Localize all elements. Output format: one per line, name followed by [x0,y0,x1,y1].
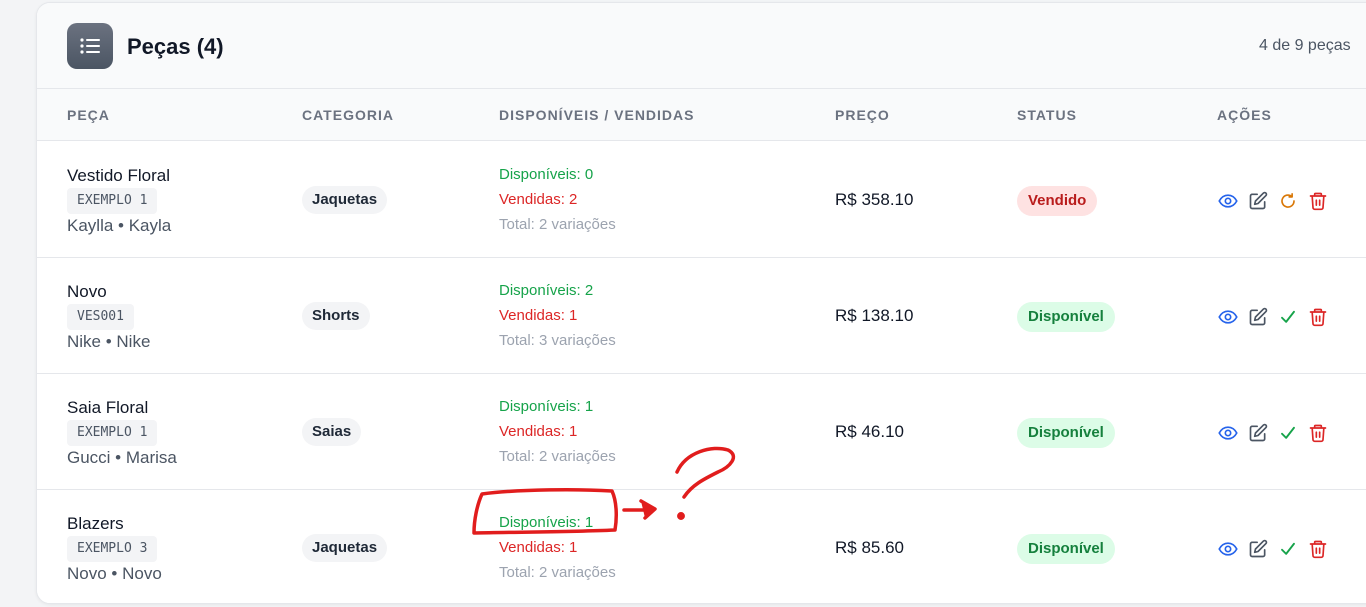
trash-icon [1308,191,1328,211]
column-header-actions: AÇÕES [1217,107,1272,123]
piece-name: Saia Floral [67,398,149,417]
edit-icon [1248,423,1268,443]
view-button[interactable] [1217,190,1239,212]
status-badge: Vendido [1017,186,1098,216]
category-badge: Jaquetas [302,534,388,562]
table-header: PEÇA CATEGORIA DISPONÍVEIS / VENDIDAS PR… [37,89,1366,141]
results-count: 4 de 9 peças [1259,37,1351,54]
column-header-category: CATEGORIA [302,107,394,123]
table-row: Blazers EXEMPLO 3 Novo • Novo Jaquetas D… [37,490,1366,603]
table-row: Vestido Floral EXEMPLO 1 Kaylla • Kayla … [37,142,1366,258]
table-row: Novo VES001 Nike • Nike Shorts Disponíve… [37,258,1366,374]
eye-icon [1218,423,1238,443]
mark-sold-button[interactable] [1277,422,1299,444]
eye-icon [1218,539,1238,559]
sold-count: Vendidas: 1 [499,307,578,324]
available-count: Disponíveis: 0 [499,166,594,183]
piece-brand: Gucci • Marisa [67,448,177,467]
available-count: Disponíveis: 1 [499,514,594,531]
row-actions [1217,189,1329,213]
status-badge: Disponível [1017,418,1115,448]
piece-brand: Kaylla • Kayla [67,216,172,235]
status-badge: Disponível [1017,534,1115,564]
sold-count: Vendidas: 1 [499,423,578,440]
view-button[interactable] [1217,306,1239,328]
column-header-price: PREÇO [835,107,890,123]
piece-brand: Nike • Nike [67,332,151,351]
row-actions [1217,537,1329,561]
total-variations: Total: 2 variações [499,216,616,233]
edit-button[interactable] [1247,190,1269,212]
mark-sold-button[interactable] [1277,538,1299,560]
edit-button[interactable] [1247,538,1269,560]
view-button[interactable] [1217,538,1239,560]
edit-icon [1248,539,1268,559]
piece-name: Novo [67,282,107,301]
table-row: Saia Floral EXEMPLO 1 Gucci • Marisa Sai… [37,374,1366,490]
trash-icon [1308,423,1328,443]
eye-icon [1218,307,1238,327]
piece-code: EXEMPLO 1 [67,420,158,446]
piece-code: EXEMPLO 1 [67,188,158,214]
piece-code: EXEMPLO 3 [67,536,158,562]
view-button[interactable] [1217,422,1239,444]
piece-name: Vestido Floral [67,166,170,185]
delete-button[interactable] [1307,422,1329,444]
row-actions [1217,421,1329,445]
total-variations: Total: 2 variações [499,448,616,465]
available-count: Disponíveis: 2 [499,282,594,299]
available-count: Disponíveis: 1 [499,398,594,415]
check-icon [1279,424,1297,442]
delete-button[interactable] [1307,306,1329,328]
column-header-status: STATUS [1017,107,1077,123]
edit-button[interactable] [1247,306,1269,328]
sold-count: Vendidas: 1 [499,539,578,556]
refresh-icon [1279,192,1297,210]
pieces-panel: Peças (4) 4 de 9 peças PEÇA CATEGORIA DI… [36,2,1366,604]
price: R$ 85.60 [835,538,904,557]
restore-button[interactable] [1277,190,1299,212]
status-badge: Disponível [1017,302,1115,332]
delete-button[interactable] [1307,190,1329,212]
trash-icon [1308,539,1328,559]
column-header-piece: PEÇA [67,107,110,123]
category-badge: Jaquetas [302,186,388,214]
trash-icon [1308,307,1328,327]
page-title: Peças (4) [127,34,224,59]
piece-code: VES001 [67,304,134,330]
column-header-availability: DISPONÍVEIS / VENDIDAS [499,107,695,123]
check-icon [1279,540,1297,558]
sold-count: Vendidas: 2 [499,191,578,208]
edit-button[interactable] [1247,422,1269,444]
edit-icon [1248,307,1268,327]
edit-icon [1248,191,1268,211]
row-actions [1217,305,1329,329]
price: R$ 46.10 [835,422,904,441]
mark-sold-button[interactable] [1277,306,1299,328]
category-badge: Shorts [302,302,370,330]
total-variations: Total: 2 variações [499,564,616,581]
list-icon [67,23,113,69]
price: R$ 138.10 [835,306,914,325]
eye-icon [1218,191,1238,211]
delete-button[interactable] [1307,538,1329,560]
piece-name: Blazers [67,514,124,533]
piece-brand: Novo • Novo [67,564,162,583]
check-icon [1279,308,1297,326]
category-badge: Saias [302,418,362,446]
total-variations: Total: 3 variações [499,332,616,349]
panel-header: Peças (4) 4 de 9 peças [37,3,1366,89]
price: R$ 358.10 [835,190,914,209]
